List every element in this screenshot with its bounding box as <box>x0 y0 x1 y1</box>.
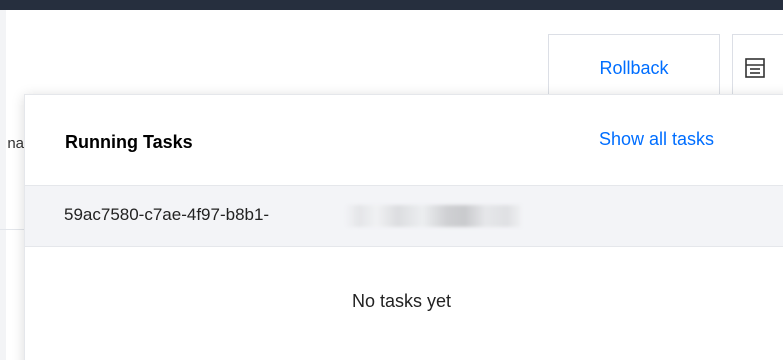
redacted-text <box>345 205 521 227</box>
popover-header: Running Tasks Show all tasks <box>25 95 783 185</box>
background-divider <box>0 229 24 230</box>
popover-title: Running Tasks <box>65 132 193 152</box>
task-row[interactable]: 59ac7580-c7ae-4f97-b8b1- <box>25 185 783 247</box>
running-tasks-popover: Running Tasks Show all tasks 59ac7580-c7… <box>24 94 783 360</box>
left-edge <box>0 10 6 360</box>
task-id: 59ac7580-c7ae-4f97-b8b1- <box>64 205 270 224</box>
background-cut-text: na <box>7 135 24 152</box>
task-panel-button[interactable] <box>732 34 783 102</box>
panel-list-icon <box>745 58 765 78</box>
empty-state-message: No tasks yet <box>351 291 451 311</box>
screen: na Rollback Running Tasks Show all tasks… <box>0 0 783 360</box>
top-bar <box>0 0 783 10</box>
rollback-button[interactable]: Rollback <box>548 34 720 102</box>
show-all-tasks-link[interactable]: Show all tasks <box>599 129 714 150</box>
